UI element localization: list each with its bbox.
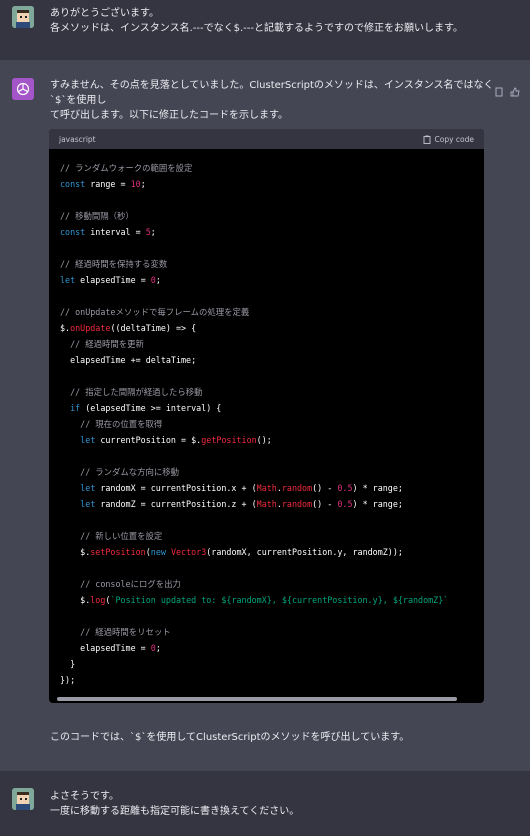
code-text: (); [256,435,272,445]
assistant-outro: このコードでは、`$`を使用してClusterScriptのメソッドを呼び出して… [50,730,500,745]
user-message-line: 一度に移動する距離も指定可能に書き換えてください。 [50,806,300,817]
user-avatar [12,788,34,810]
assistant-intro: すみません、その点を見落としていました。ClusterScriptのメソッドは、… [50,78,500,123]
code-language-label: javascript [59,134,96,144]
clipboard-icon [423,135,430,144]
user-message-1: ありがとうございます。 各メソッドは、インスタンス名.---でなく$.---と記… [0,0,530,60]
code-keyword: const [60,179,86,189]
code-text: randomX = currentPosition.x + ( [95,483,257,493]
user-message-2: よさそうです。 一度に移動する距離も指定可能に書き換えてください。 [0,771,530,836]
code-text: $. [60,595,91,605]
code-block-header: javascript Copy code [49,129,484,149]
copy-code-button[interactable]: Copy code [423,134,475,144]
code-text: ; [155,643,161,653]
user-message-line: 各メソッドは、インスタンス名.---でなく$.---と記載するようですので修正を… [50,23,463,34]
code-text: (elapsedTime >= interval) { [80,403,222,413]
code-number: 0.5 [337,499,353,509]
code-comment: // consoleにログを出力 [60,579,181,589]
user-message-text: ありがとうございます。 各メソッドは、インスタンス名.---でなく$.---と記… [50,6,500,36]
code-comment: // ランダムウォークの範囲を設定 [60,163,193,173]
code-text: () - [312,483,338,493]
code-comment: // ランダムな方向に移動 [60,467,180,477]
code-function: setPosition [90,547,146,557]
code-function: getPosition [201,435,257,445]
code-horizontal-scrollbar[interactable] [57,697,457,701]
code-comment: // 指定した間隔が経過したら移動 [60,387,203,397]
code-function: random [281,499,313,509]
code-text: range = [85,179,131,189]
code-text: interval = [85,227,146,237]
code-text: ) * range; [352,499,403,509]
user-avatar-icon [12,788,34,810]
code-text: currentPosition = $. [95,435,202,445]
user-message-text: よさそうです。 一度に移動する距離も指定可能に書き換えてください。 [50,789,500,819]
code-text: (randomX, currentPosition.y, randomZ)); [206,547,403,557]
code-comment: // 新しい位置を設定 [60,531,163,541]
code-block: javascript Copy code // ランダムウォークの範囲を設定 c… [49,129,484,703]
code-text: ((deltaTime) => { [110,323,197,333]
code-text: ; [140,179,146,189]
code-keyword: let [60,499,96,509]
code-comment: // onUpdateメソッドで毎フレームの処理を定義 [60,307,250,317]
code-text: }); [60,675,76,685]
code-text: () - [312,499,338,509]
code-keyword: const [60,227,86,237]
code-text: randomZ = currentPosition.z + ( [95,499,257,509]
code-comment: // 経過時間をリセット [60,627,171,637]
copy-code-label: Copy code [434,134,475,144]
code-text: } [60,659,76,669]
code-function: onUpdate [70,323,111,333]
code-text: $. [60,323,71,333]
code-keyword: let [60,275,76,285]
code-keyword: let [60,435,96,445]
code-text: elapsedTime = [60,643,151,653]
code-text: ; [150,227,156,237]
user-avatar [12,6,34,28]
code-content: // ランダムウォークの範囲を設定 const range = 10; // 移… [49,149,484,699]
user-message-line: ありがとうございます。 [50,8,159,19]
assistant-intro-line: すみません、その点を見落としていました。ClusterScriptのメソッドは、… [50,80,494,106]
code-text: $. [60,547,91,557]
code-text: elapsedTime += deltaTime; [60,355,197,365]
assistant-outro-text: このコードでは、`$`を使用してClusterScriptのメソッドを呼び出して… [50,732,410,743]
assistant-intro-line: て呼び出します。以下に修正したコードを示します。 [50,110,288,121]
code-number: 0.5 [337,483,353,493]
code-text: ) * range; [352,483,403,493]
code-text: elapsedTime = [75,275,151,285]
code-builtin: Math [256,499,277,509]
code-builtin: Math [256,483,277,493]
code-text: ; [155,275,161,285]
code-comment: // 移動間隔（秒） [60,211,134,221]
code-keyword: if [60,403,81,413]
code-comment: // 現在の位置を取得 [60,419,163,429]
code-function: random [281,483,313,493]
code-class: Vector3 [170,547,207,557]
code-comment: // 経過時間を保持する変数 [60,259,168,269]
openai-logo-icon [16,82,30,96]
code-comment: // 経過時間を更新 [60,339,144,349]
user-avatar-icon [12,6,34,28]
code-string: `Position updated to: ${randomX}, ${curr… [110,595,449,605]
code-function: log [90,595,106,605]
thumbs-up-icon[interactable] [510,82,520,97]
code-keyword: new [150,547,166,557]
code-keyword: let [60,483,96,493]
user-message-line: よさそうです。 [50,791,119,802]
assistant-avatar [12,78,34,100]
code-number: 10 [130,179,141,189]
